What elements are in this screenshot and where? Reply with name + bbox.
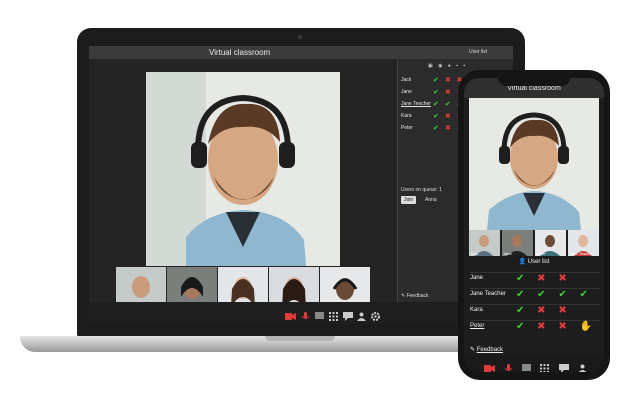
- camera-icon[interactable]: [285, 308, 296, 320]
- check-icon[interactable]: ✔: [433, 113, 445, 120]
- phone-participant-thumbnails: Jack Jane Peter Jane Teacher: [469, 230, 599, 256]
- check-icon[interactable]: ✔: [433, 89, 445, 96]
- chat-icon[interactable]: [559, 360, 569, 372]
- permission-marks[interactable]: ✔ ✖ ✖: [516, 305, 572, 316]
- permission-icons-header: ▣ ◉ ● ▪ ▪: [428, 63, 468, 69]
- cross-icon[interactable]: ✖: [537, 305, 558, 316]
- grid-view-icon[interactable]: [540, 360, 549, 372]
- phone-user-row[interactable]: Jane ✔ ✖ ✖: [470, 272, 600, 287]
- laptop-screen: Virtual classroom User list Jack: [89, 46, 513, 324]
- phone-main-video: [469, 98, 599, 230]
- check-icon[interactable]: ✔: [558, 289, 579, 300]
- feedback-link[interactable]: ✎ Feedback: [401, 293, 429, 299]
- microphone-icon[interactable]: [301, 308, 310, 319]
- microphone-icon[interactable]: [504, 360, 513, 371]
- users-icon[interactable]: [578, 360, 587, 372]
- permission-marks[interactable]: ✔ ✔ ✔ ✔: [516, 289, 593, 300]
- check-icon[interactable]: ✔: [516, 305, 537, 316]
- phone-feedback-link[interactable]: ✎ Feedback: [470, 346, 503, 353]
- queue-label: Users on queue: 1: [401, 187, 442, 193]
- user-icon: 👤: [518, 259, 528, 265]
- cross-icon[interactable]: ✖: [537, 321, 558, 332]
- check-icon[interactable]: ✔: [516, 289, 537, 300]
- check-icon[interactable]: ✔: [433, 77, 445, 84]
- cross-icon[interactable]: ✖: [445, 125, 457, 132]
- check-icon[interactable]: ✔: [433, 125, 445, 132]
- join-button[interactable]: Join: [401, 196, 417, 204]
- main-video: [146, 72, 340, 266]
- phone-thumbnail-jane-teacher[interactable]: Jane Teacher: [568, 230, 599, 256]
- laptop-hinge-notch: [265, 336, 335, 341]
- queue-user-anna[interactable]: Anna: [422, 196, 440, 204]
- phone-user-row[interactable]: Kara ✔ ✖ ✖: [470, 304, 600, 319]
- check-icon[interactable]: ✔: [433, 101, 445, 108]
- cross-icon[interactable]: ✖: [558, 305, 571, 316]
- phone-thumbnail-peter[interactable]: Peter: [535, 230, 566, 256]
- check-icon[interactable]: ✔: [537, 289, 558, 300]
- cross-icon[interactable]: ✖: [558, 273, 571, 284]
- check-icon[interactable]: ✔: [580, 289, 593, 300]
- settings-icon[interactable]: [371, 308, 380, 321]
- cross-icon[interactable]: ✖: [445, 113, 457, 120]
- whiteboard-icon[interactable]: [522, 360, 531, 371]
- feedback-icon: ✎: [470, 347, 477, 353]
- phone-user-row[interactable]: Peter ✔ ✖ ✖ ✋: [470, 320, 600, 335]
- phone-thumbnail-jack[interactable]: Jack: [469, 230, 500, 256]
- phone-bottom-toolbar: [464, 356, 604, 372]
- title-bar: Virtual classroom User list: [89, 46, 513, 59]
- permission-marks[interactable]: ✔ ✖ ✖ ✋: [516, 321, 597, 332]
- window-title: Virtual classroom: [209, 48, 271, 57]
- cross-icon[interactable]: ✖: [558, 321, 579, 332]
- phone-thumbnail-jane[interactable]: Jane: [502, 230, 533, 256]
- cross-icon[interactable]: ✖: [445, 89, 457, 96]
- cross-icon[interactable]: ✖: [537, 273, 558, 284]
- phone-screen: Virtual classroom Jack Jane Peter Jane T…: [464, 78, 604, 372]
- chat-icon[interactable]: [343, 308, 353, 321]
- users-icon[interactable]: [357, 308, 366, 321]
- phone-user-list-label[interactable]: 👤 User list: [464, 258, 604, 265]
- permission-marks[interactable]: ✔ ✖ ✖: [516, 273, 572, 284]
- camera-icon[interactable]: [484, 360, 495, 372]
- cross-icon[interactable]: ✖: [445, 77, 457, 84]
- bottom-toolbar: [89, 302, 513, 324]
- check-icon[interactable]: ✔: [516, 321, 537, 332]
- user-list-label[interactable]: User list: [469, 49, 487, 55]
- phone-notch: [498, 78, 570, 86]
- hand-raise-icon[interactable]: ✋: [580, 321, 597, 332]
- phone-user-row[interactable]: Jane Teacher ✔ ✔ ✔ ✔: [470, 288, 600, 303]
- video-stage: Jack Jane Jane Teacher Kara Peter: [89, 59, 397, 315]
- check-icon[interactable]: ✔: [445, 101, 457, 108]
- check-icon[interactable]: ✔: [516, 273, 537, 284]
- presenter-video-image: [146, 72, 340, 266]
- grid-view-icon[interactable]: [329, 308, 338, 321]
- phone-presenter-video-image: [469, 98, 599, 230]
- whiteboard-icon[interactable]: [315, 308, 324, 319]
- laptop-camera: [298, 35, 302, 39]
